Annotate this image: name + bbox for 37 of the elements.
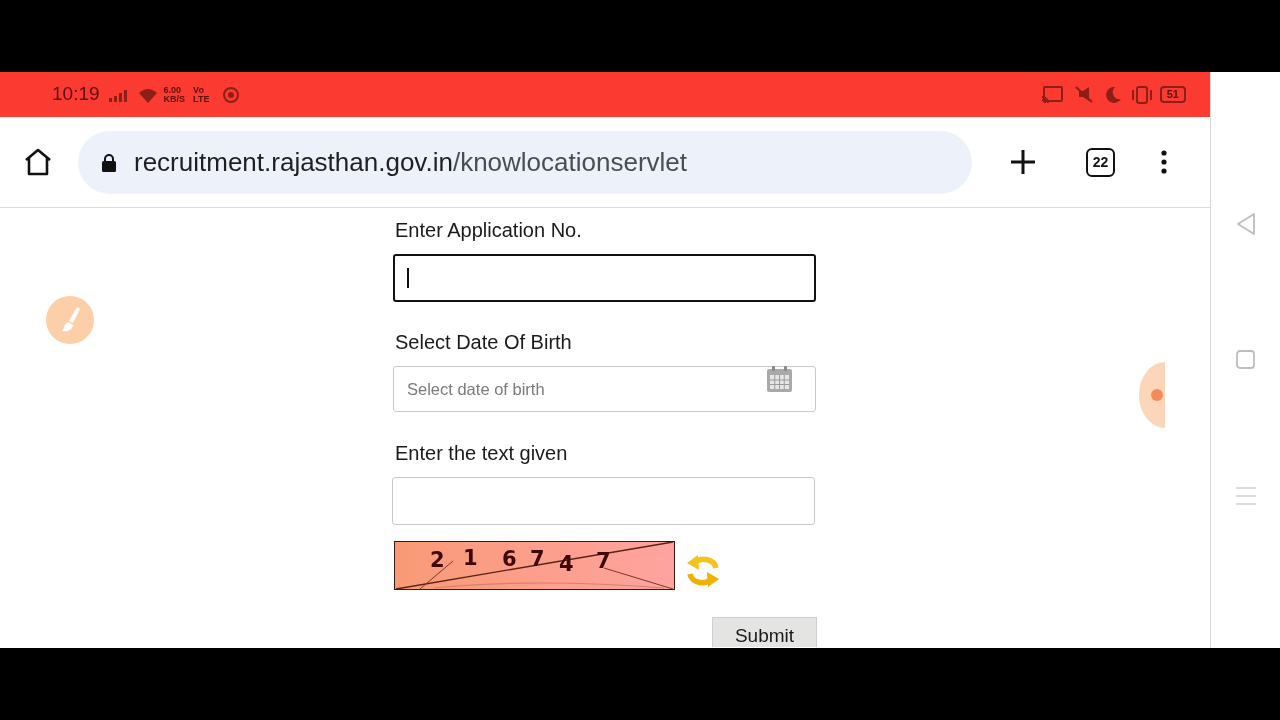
- back-icon[interactable]: [1234, 212, 1257, 236]
- home-nav-icon[interactable]: [1236, 350, 1255, 369]
- lock-icon: [101, 152, 117, 172]
- captcha-character: 1: [463, 546, 478, 570]
- network-voice-label: Vo: [193, 85, 205, 95]
- signal-icon: [107, 87, 128, 102]
- text-cursor: [407, 268, 409, 288]
- more-menu-icon[interactable]: [1161, 150, 1167, 174]
- refresh-icon[interactable]: [685, 552, 721, 589]
- floating-bubble-icon[interactable]: [1139, 362, 1165, 428]
- text-field[interactable]: [393, 254, 816, 302]
- recent-apps-icon[interactable]: [1235, 487, 1256, 505]
- home-icon[interactable]: [23, 147, 53, 177]
- captcha-character: 6: [502, 547, 517, 571]
- wifi-icon: [137, 86, 158, 103]
- data-rate-value: 6.00: [163, 85, 183, 95]
- vibrate-icon: [1129, 85, 1154, 104]
- network-type-label: LTE: [193, 94, 210, 104]
- address-bar[interactable]: recruitment.rajasthan.gov.in/knowlocationservlet: [78, 130, 972, 194]
- cast-icon: [1040, 86, 1063, 103]
- submit-button[interactable]: Submit: [712, 617, 817, 647]
- url-text: recruitment.rajasthan.gov.in/knowlocationservlet: [134, 147, 688, 177]
- date-field[interactable]: Select date of birth: [393, 366, 816, 412]
- captcha-character: 2: [430, 548, 445, 572]
- status-time: 10:19: [52, 82, 100, 107]
- captcha-character: 7: [530, 547, 545, 571]
- data-rate-unit: KB/S: [163, 94, 186, 104]
- field-label: Select Date Of Birth: [395, 330, 573, 354]
- calendar-icon[interactable]: [766, 366, 793, 393]
- field-label: Enter Application No.: [395, 218, 583, 242]
- tab-switcher-button[interactable]: 22: [1086, 147, 1115, 177]
- new-tab-icon[interactable]: [1009, 148, 1037, 176]
- battery-indicator: 51: [1159, 86, 1186, 103]
- record-icon: [223, 86, 240, 103]
- brush-icon[interactable]: [46, 296, 94, 344]
- field-label: Enter the text given: [395, 441, 569, 465]
- captcha-character: 7: [596, 549, 611, 573]
